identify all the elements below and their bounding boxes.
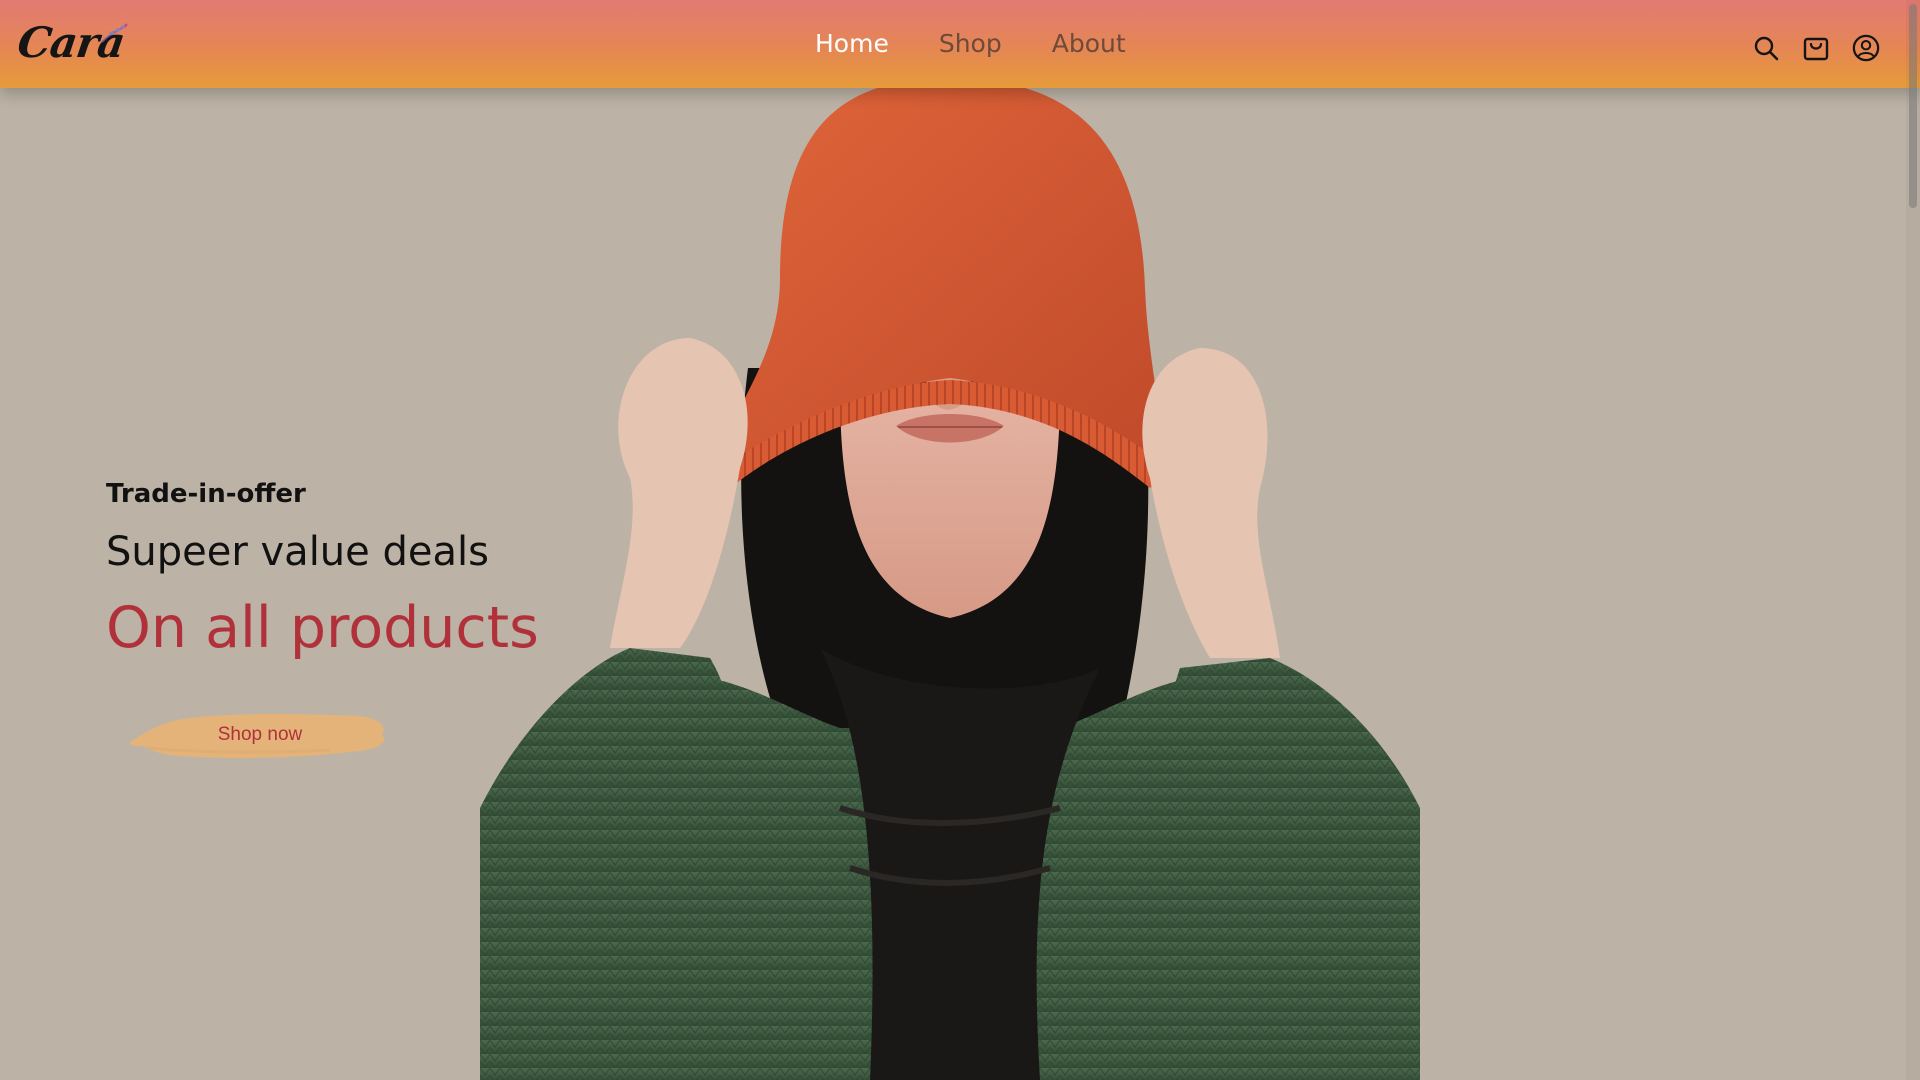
nav-home-link[interactable]: Home: [815, 24, 889, 64]
hero-model-photo: [480, 88, 1420, 1080]
cart-icon[interactable]: [1802, 34, 1830, 62]
main-nav: Home Shop About: [780, 24, 1176, 64]
hero-eyebrow: Trade-in-offer: [106, 479, 306, 509]
hero-copy: Trade-in-offer Supeer value deals On all…: [106, 478, 539, 660]
brand-logo[interactable]: Cara: [15, 14, 128, 70]
site-header: Cara Home Shop About: [0, 0, 1920, 88]
shop-now-label: Shop now: [217, 724, 303, 745]
nav-about-link[interactable]: About: [1052, 24, 1126, 64]
shop-now-button[interactable]: Shop now: [120, 700, 390, 770]
search-icon[interactable]: [1752, 34, 1780, 62]
header-icons: [1752, 34, 1880, 62]
hero-headline: Supeer value deals: [106, 529, 489, 575]
hero-highlight: On all products: [106, 595, 539, 661]
scrollbar-thumb[interactable]: [1909, 4, 1917, 208]
nav-shop-link[interactable]: Shop: [939, 24, 1002, 64]
user-account-icon[interactable]: [1852, 34, 1880, 62]
page-scrollbar[interactable]: [1906, 0, 1920, 1080]
leaf-sprig-icon: [101, 23, 128, 43]
hero-section: Trade-in-offer Supeer value deals On all…: [0, 88, 1920, 1080]
